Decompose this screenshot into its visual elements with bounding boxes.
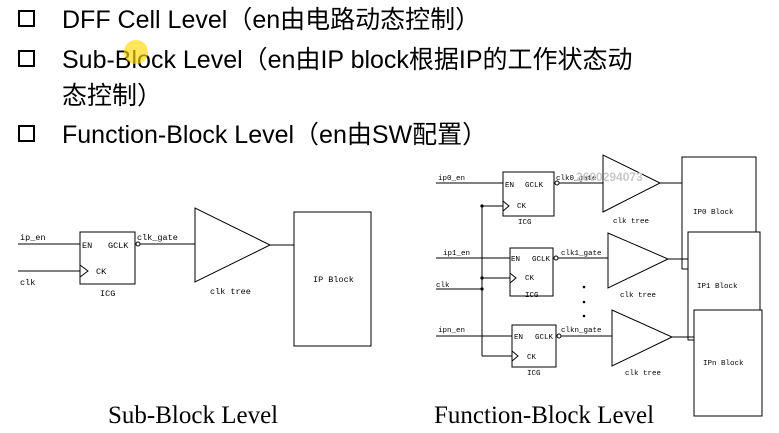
ipn-block-label: IPn Block	[703, 360, 744, 368]
ip-block-label: IP Block	[313, 275, 354, 285]
gclk-pin-icon	[553, 255, 559, 261]
clk-tree-label: clk tree	[210, 287, 251, 297]
gclk-pin-label: GCLK	[525, 182, 544, 190]
junction-dot-icon	[480, 276, 484, 280]
icg-label: ICG	[527, 370, 541, 378]
icg-cell-0	[502, 171, 555, 217]
ck-pin-label: CK	[527, 354, 537, 362]
clk-tree-label: clk tree	[620, 292, 656, 300]
watermark: 2600294073	[576, 170, 643, 184]
ip-en-label: ip_en	[20, 233, 46, 243]
ck-pin-label: CK	[525, 275, 535, 283]
en-pin-label: EN	[511, 256, 520, 264]
en-pin-label: EN	[514, 334, 523, 342]
ellipsis-dot-icon	[582, 314, 586, 318]
ellipsis-dot-icon	[582, 285, 586, 289]
ip0-block-label: IP0 Block	[693, 209, 734, 217]
ip1-en-label: ip1_en	[443, 250, 470, 258]
ck-pin-label: CK	[96, 267, 107, 277]
diagrams-canvas: ip_en clk EN GCLK CK ICG clk_gate clk tr…	[18, 154, 763, 417]
ip1-block-label: IP1 Block	[697, 283, 738, 291]
clkn-gate-label: clkn_gate	[561, 327, 602, 335]
gclk-pin-label: GCLK	[532, 256, 551, 264]
ellipsis-dot-icon	[582, 300, 586, 304]
icg-label: ICG	[100, 289, 115, 299]
clk-tree-buffer-1	[607, 232, 670, 289]
junction-dot-icon	[480, 287, 484, 291]
gclk-pin-label: GCLK	[108, 241, 129, 251]
clk-tree-buffer-n	[611, 309, 674, 367]
ip0-en-label: ip0_en	[438, 175, 465, 183]
clk-tree-buffer	[194, 207, 272, 283]
clk-gate-label: clk_gate	[137, 233, 178, 243]
clk-tree-label: clk tree	[625, 370, 661, 378]
ipn-en-label: ipn_en	[438, 327, 465, 335]
clk1-gate-label: clk1_gate	[561, 250, 602, 258]
clk-label: clk	[436, 282, 450, 290]
ck-pin-label: CK	[517, 203, 527, 211]
clk-tree-label: clk tree	[613, 218, 649, 226]
sub-block-caption: Sub-Block Level	[108, 402, 279, 429]
gclk-pin-label: GCLK	[535, 334, 554, 342]
icg-cell	[79, 231, 136, 285]
icg-label: ICG	[518, 219, 532, 227]
en-pin-label: EN	[505, 182, 514, 190]
en-pin-label: EN	[82, 241, 92, 251]
function-block-caption: Function-Block Level	[434, 402, 655, 429]
icg-label: ICG	[525, 292, 539, 300]
clk-label: clk	[20, 278, 35, 288]
junction-dot-icon	[480, 204, 484, 208]
